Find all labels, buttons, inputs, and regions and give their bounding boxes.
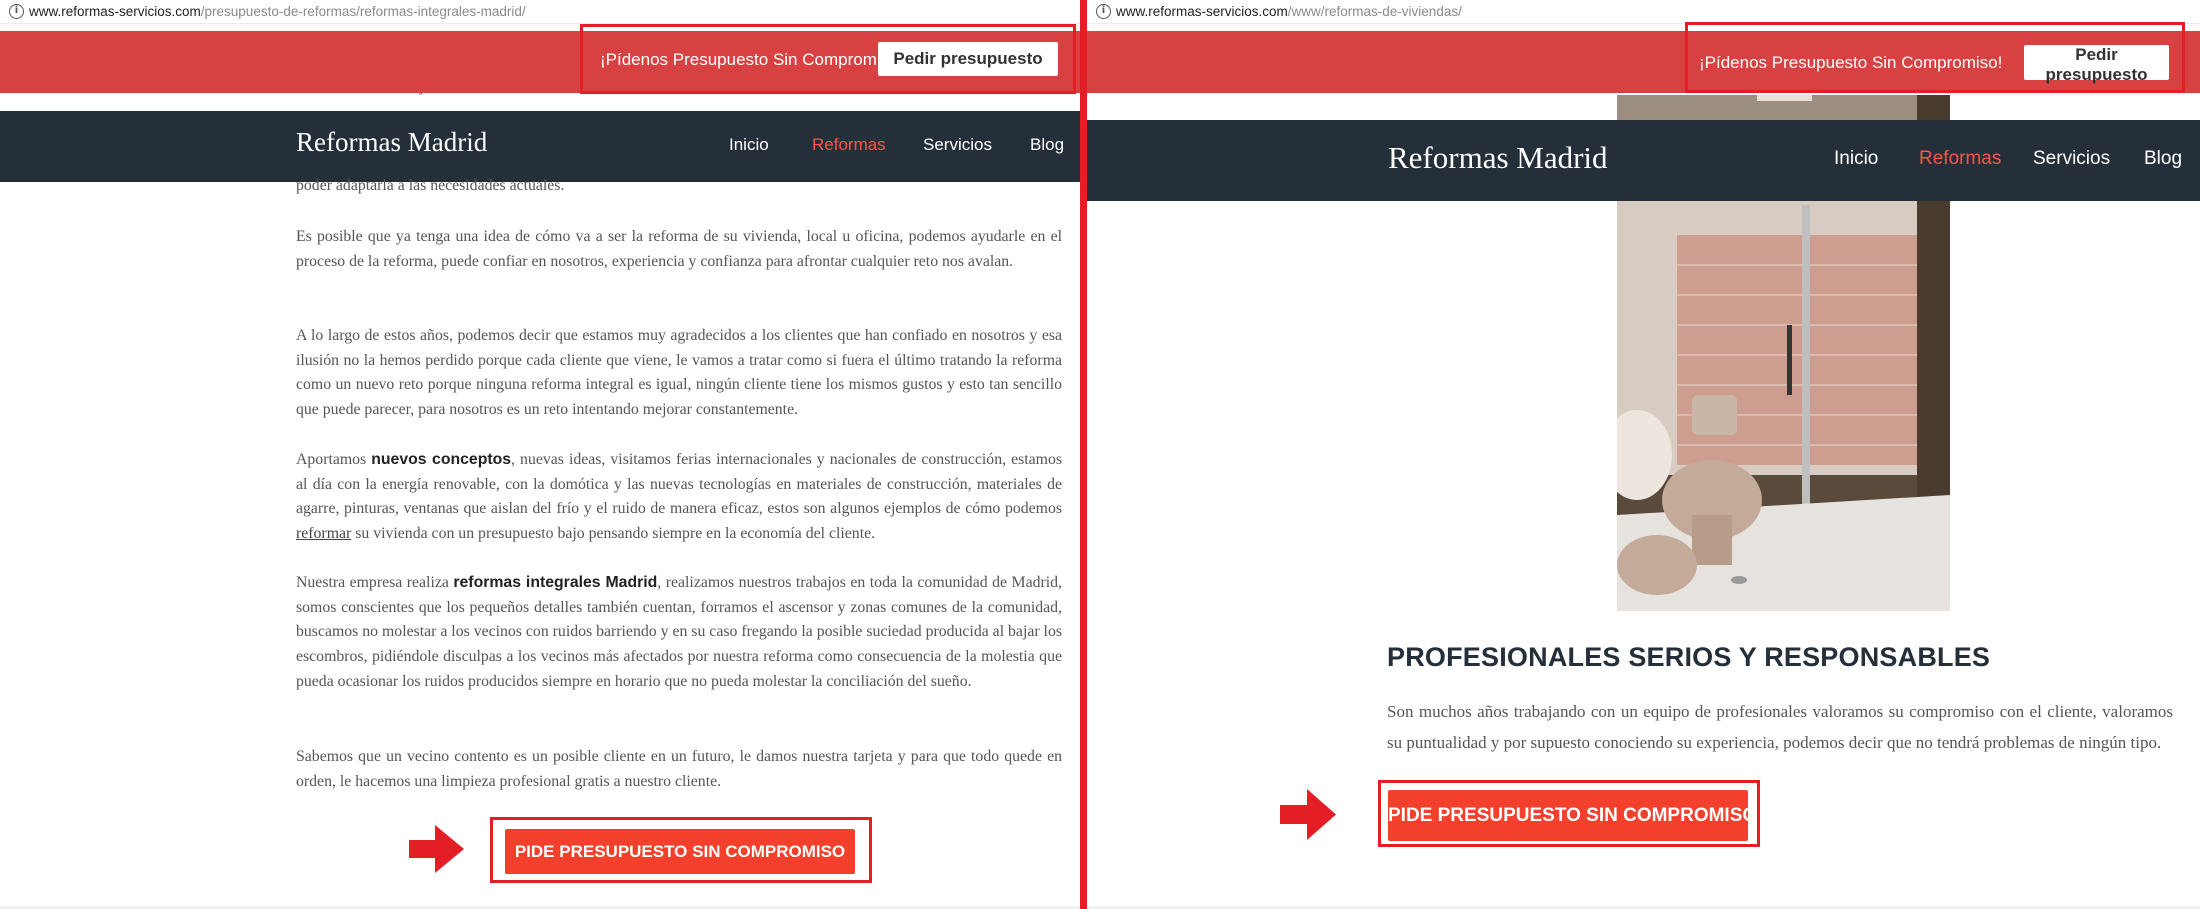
site-navbar: Reformas Madrid Inicio Reformas Servicio… [1087, 120, 2200, 201]
article-body: Es posible que ya tenga una idea de cómo… [296, 225, 1062, 274]
nav-reformas[interactable]: Reformas [812, 135, 886, 155]
arrow-right-icon [1280, 789, 1336, 840]
text-fragment-under-nav: poder adaptarla a las necesidades actual… [296, 177, 565, 194]
paragraph-5: Sabemos que un vecino contento es un pos… [296, 748, 1062, 790]
paragraph-1: Es posible que ya tenga una idea de cómo… [296, 228, 1062, 270]
nav-servicios[interactable]: Servicios [923, 135, 992, 155]
nav-blog[interactable]: Blog [1030, 135, 1064, 155]
article-body-4: Nuestra empresa realiza reformas integra… [296, 571, 1062, 695]
article-body-5: Sabemos que un vecino contento es un pos… [296, 745, 1062, 794]
nav-inicio[interactable]: Inicio [729, 135, 769, 155]
site-navbar: Reformas Madrid Inicio Reformas Servicio… [0, 111, 1080, 182]
nav-inicio[interactable]: Inicio [1834, 148, 1878, 170]
nav-servicios[interactable]: Servicios [2033, 148, 2110, 170]
info-icon[interactable]: i [9, 4, 24, 19]
highlight-box-promo [1685, 22, 2185, 93]
address-bar[interactable]: i www.reformas-servicios.com/presupuesto… [0, 0, 1080, 24]
address-bar[interactable]: i www.reformas-servicios.com/www/reforma… [1087, 0, 2200, 24]
article-body-3: Aportamos nuevos conceptos, nuevas ideas… [296, 448, 1062, 547]
site-logo[interactable]: Reformas Madrid [296, 127, 487, 158]
paragraph-4: Nuestra empresa realiza reformas integra… [296, 574, 1062, 690]
nav-reformas[interactable]: Reformas [1919, 148, 2001, 170]
section-heading: PROFESIONALES SERIOS Y RESPONSABLES [1387, 642, 1991, 672]
article-body-2: A lo largo de estos años, podemos decir … [296, 324, 1062, 423]
right-screenshot-panel: i www.reformas-servicios.com/www/reforma… [1087, 0, 2200, 909]
panel-divider [1080, 0, 1087, 909]
paragraph-3: Aportamos nuevos conceptos, nuevas ideas… [296, 451, 1062, 543]
site-logo[interactable]: Reformas Madrid [1388, 140, 1608, 176]
info-icon[interactable]: i [1096, 4, 1111, 19]
left-screenshot-panel: confianza con trabajos con calidad. i ww… [0, 0, 1080, 909]
section-description: Son muchos años trabajando con un equipo… [1387, 702, 2173, 752]
arrow-right-icon [409, 825, 464, 873]
url-text[interactable]: www.reformas-servicios.com/www/reformas-… [1116, 4, 1462, 20]
url-text[interactable]: www.reformas-servicios.com/presupuesto-d… [29, 4, 526, 20]
quote-cta-button[interactable]: PIDE PRESUPUESTO SIN COMPROMISO [505, 829, 855, 874]
bold-reformas-integrales: reformas integrales Madrid [453, 574, 658, 591]
highlight-box-promo [580, 24, 1076, 94]
quote-cta-button[interactable]: PIDE PRESUPUESTO SIN COMPROMISO [1388, 790, 1757, 841]
nav-blog[interactable]: Blog [2144, 148, 2182, 170]
link-reformar[interactable]: reformar [296, 525, 351, 542]
bold-nuevos-conceptos: nuevos conceptos [371, 451, 512, 468]
paragraph-2: A lo largo de estos años, podemos decir … [296, 327, 1062, 419]
